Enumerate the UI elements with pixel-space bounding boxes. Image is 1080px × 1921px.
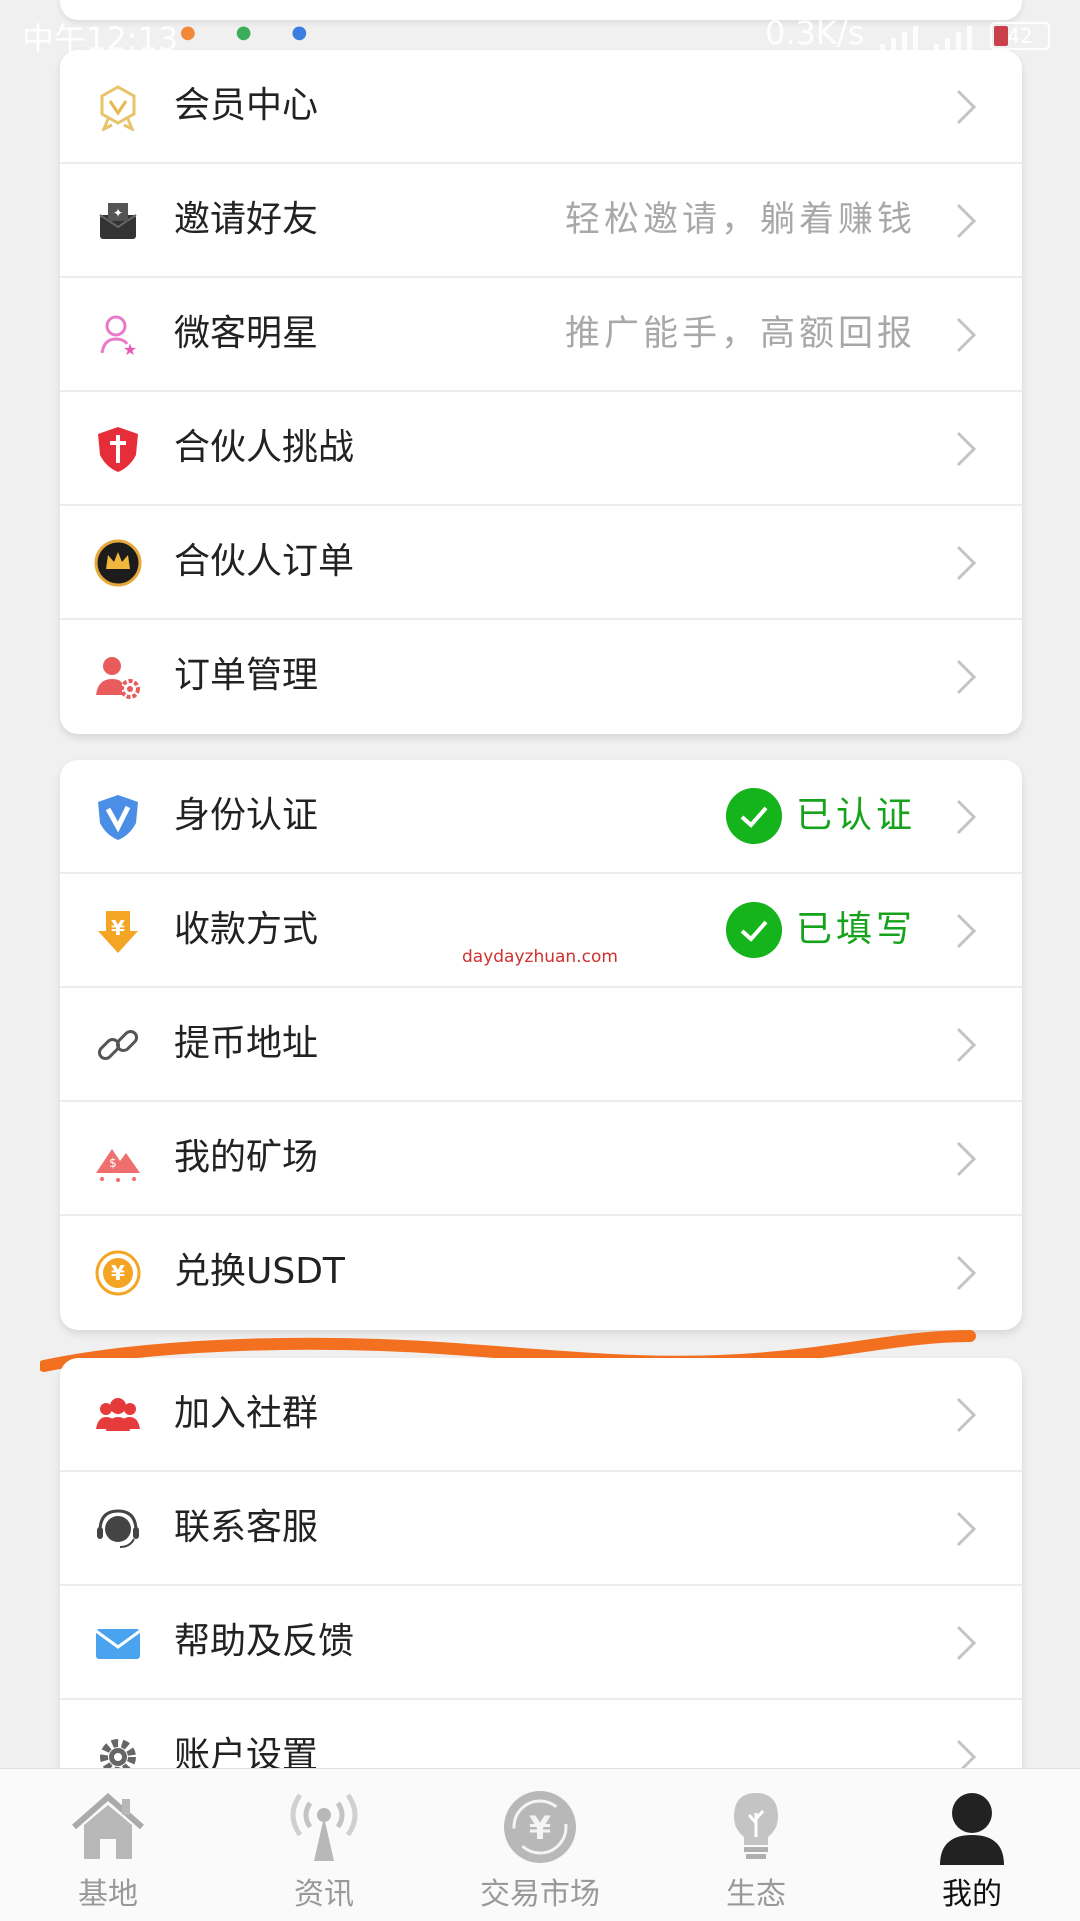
group-users-icon bbox=[96, 1398, 140, 1431]
menu-item-label: 联系客服 bbox=[174, 1507, 319, 1548]
chevron-right-icon bbox=[956, 203, 977, 239]
yuan-exchange-icon: ¥ bbox=[504, 1791, 576, 1863]
chevron-right-icon bbox=[956, 913, 977, 949]
payment-status: 已填写 bbox=[795, 909, 916, 950]
yuan-exchange-coin-icon: ¥ bbox=[95, 1250, 141, 1296]
menu-item-label: 邀请好友 bbox=[174, 199, 319, 240]
menu-item-join-community[interactable]: 加入社群 bbox=[60, 1358, 1022, 1472]
verified-shield-icon bbox=[98, 795, 138, 840]
menu-item-hint: 轻松邀请，躺着赚钱 bbox=[564, 200, 916, 240]
nav-tab-market[interactable]: ¥ 交易市场 bbox=[450, 1769, 630, 1921]
menu-item-help-feedback[interactable]: 帮助及反馈 bbox=[60, 1586, 1022, 1700]
menu-card-account: 会员中心 ✦ 邀请好友 轻松邀请，躺着赚钱 ★ 微客明星 推广能手，高额回报 合… bbox=[60, 50, 1022, 734]
menu-item-contact-support[interactable]: 联系客服 bbox=[60, 1472, 1022, 1586]
lightbulb-icon bbox=[734, 1793, 778, 1859]
menu-item-label: 订单管理 bbox=[174, 655, 319, 696]
nav-tab-ecosystem[interactable]: 生态 bbox=[666, 1769, 846, 1921]
app-notification-icon: ● bbox=[180, 22, 196, 43]
chevron-right-icon bbox=[956, 1255, 977, 1291]
user-icon bbox=[940, 1793, 1004, 1865]
svg-text:✦: ✦ bbox=[113, 206, 123, 220]
svg-text:$: $ bbox=[109, 1156, 117, 1170]
svg-text:¥: ¥ bbox=[111, 1261, 125, 1285]
menu-item-partner-challenge[interactable]: 合伙人挑战 bbox=[60, 392, 1022, 506]
invite-envelope-icon: ✦ bbox=[99, 203, 137, 239]
menu-item-payment-method[interactable]: ¥ 收款方式 已填写 bbox=[60, 874, 1022, 988]
shield-sword-icon bbox=[98, 427, 138, 472]
nav-label: 资讯 bbox=[294, 1877, 354, 1912]
signal-icon bbox=[880, 18, 972, 52]
app-notification-icon: ● bbox=[235, 22, 252, 43]
chevron-right-icon bbox=[956, 1625, 977, 1661]
menu-item-label: 提币地址 bbox=[174, 1023, 319, 1064]
menu-item-partner-orders[interactable]: 合伙人订单 bbox=[60, 506, 1022, 620]
network-speed: 0.3K/s bbox=[765, 14, 865, 52]
menu-item-star-promoter[interactable]: ★ 微客明星 推广能手，高额回报 bbox=[60, 278, 1022, 392]
menu-item-order-management[interactable]: 订单管理 bbox=[60, 620, 1022, 734]
menu-item-label: 兑换USDT bbox=[174, 1251, 345, 1292]
bottom-navigation: 基地 资讯 ¥ 交易市场 生态 我的 bbox=[0, 1768, 1080, 1921]
notification-icons: ● ● ● bbox=[180, 22, 307, 43]
chevron-right-icon bbox=[956, 1511, 977, 1547]
menu-item-label: 加入社群 bbox=[174, 1393, 319, 1434]
yuan-arrow-down-icon: ¥ bbox=[98, 911, 138, 953]
svg-text:★: ★ bbox=[123, 340, 137, 359]
app-notification-icon: ● bbox=[291, 22, 308, 43]
menu-card-payment: 身份认证 已认证 ¥ 收款方式 已填写 提币地址 $ 我的矿场 ¥ 兑换USDT bbox=[60, 760, 1022, 1330]
check-circle-icon bbox=[726, 902, 782, 958]
watermark-text: daydayzhuan.com bbox=[462, 947, 618, 967]
nav-label: 交易市场 bbox=[480, 1877, 600, 1912]
user-star-icon: ★ bbox=[100, 315, 137, 359]
menu-item-label: 收款方式 bbox=[174, 909, 319, 950]
nav-label: 基地 bbox=[78, 1877, 138, 1912]
user-gear-icon bbox=[96, 657, 140, 699]
menu-item-label: 会员中心 bbox=[174, 85, 319, 126]
menu-item-member-center[interactable]: 会员中心 bbox=[60, 50, 1022, 164]
chevron-right-icon bbox=[956, 659, 977, 695]
broadcast-icon bbox=[290, 1793, 358, 1861]
chevron-right-icon bbox=[956, 431, 977, 467]
home-icon bbox=[72, 1792, 144, 1859]
menu-item-invite-friends[interactable]: ✦ 邀请好友 轻松邀请，躺着赚钱 bbox=[60, 164, 1022, 278]
chevron-right-icon bbox=[956, 1141, 977, 1177]
verification-status: 已认证 bbox=[795, 795, 916, 836]
menu-item-hint: 推广能手，高额回报 bbox=[564, 314, 916, 354]
menu-item-identity-verification[interactable]: 身份认证 已认证 bbox=[60, 760, 1022, 874]
mail-icon bbox=[95, 1629, 141, 1659]
nav-tab-mine[interactable]: 我的 bbox=[882, 1769, 1062, 1921]
svg-text:¥: ¥ bbox=[529, 1809, 551, 1847]
mining-mountain-icon: $ bbox=[96, 1149, 140, 1182]
chevron-right-icon bbox=[956, 1027, 977, 1063]
crown-icon bbox=[94, 539, 142, 587]
menu-item-label: 合伙人订单 bbox=[174, 541, 355, 582]
link-icon bbox=[97, 1029, 139, 1061]
battery-icon: 42 bbox=[990, 22, 1050, 50]
menu-item-withdraw-address[interactable]: 提币地址 bbox=[60, 988, 1022, 1102]
menu-item-exchange-usdt[interactable]: ¥ 兑换USDT bbox=[60, 1216, 1022, 1330]
check-circle-icon bbox=[726, 788, 782, 844]
menu-item-label: 合伙人挑战 bbox=[174, 427, 355, 468]
chevron-right-icon bbox=[956, 89, 977, 125]
svg-text:¥: ¥ bbox=[111, 916, 125, 940]
chevron-right-icon bbox=[956, 799, 977, 835]
menu-item-label: 我的矿场 bbox=[174, 1137, 319, 1178]
chevron-right-icon bbox=[956, 317, 977, 353]
headset-icon bbox=[97, 1509, 139, 1548]
menu-item-label: 帮助及反馈 bbox=[174, 1621, 355, 1662]
menu-item-label: 微客明星 bbox=[174, 313, 319, 354]
nav-tab-news[interactable]: 资讯 bbox=[234, 1769, 414, 1921]
nav-label: 我的 bbox=[942, 1877, 1002, 1912]
menu-card-support: 加入社群 联系客服 帮助及反馈 账户设置 bbox=[60, 1358, 1022, 1798]
member-badge-icon bbox=[100, 85, 136, 131]
nav-label: 生态 bbox=[726, 1877, 786, 1912]
chevron-right-icon bbox=[956, 1397, 977, 1433]
chevron-right-icon bbox=[956, 545, 977, 581]
nav-tab-base[interactable]: 基地 bbox=[18, 1769, 198, 1921]
battery-level: 42 bbox=[1007, 24, 1033, 48]
menu-item-label: 身份认证 bbox=[174, 795, 319, 836]
menu-item-my-mine[interactable]: $ 我的矿场 bbox=[60, 1102, 1022, 1216]
